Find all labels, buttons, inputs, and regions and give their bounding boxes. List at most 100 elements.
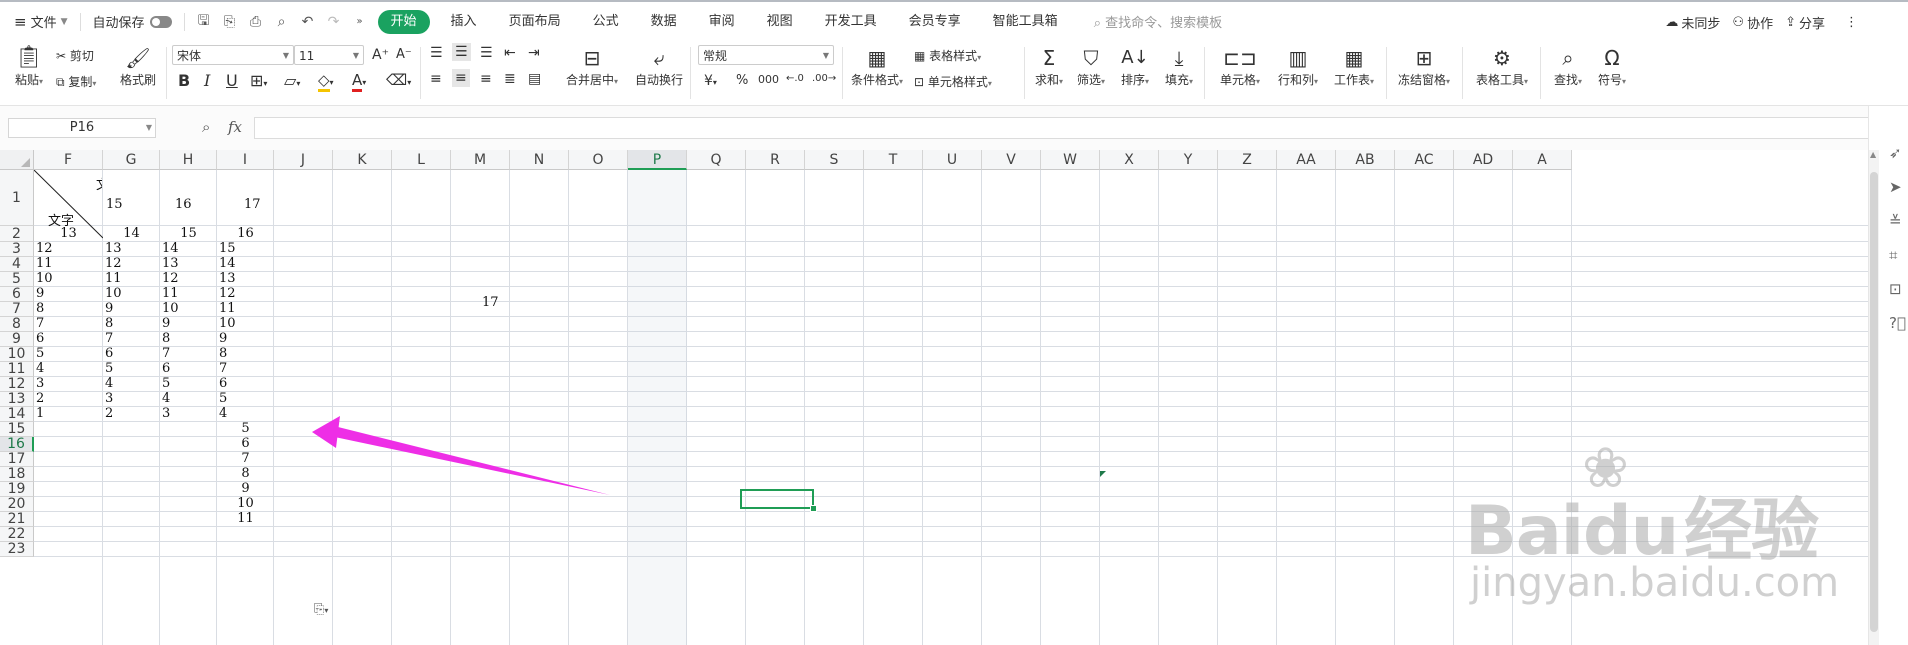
increase-decimal-icon[interactable]: ←.0 xyxy=(786,73,804,84)
more-options-icon[interactable]: ⋮ xyxy=(1839,11,1864,35)
conditional-format-button[interactable]: ▦ 条件格式▾ xyxy=(848,45,906,88)
sheet-grid[interactable]: F G H I J K L M N O P Q R S T U V W X Y Z AA AB AC AD A 1 2 3 4 5 6 7 8 9 1… xyxy=(0,150,1868,645)
column-header[interactable]: AA xyxy=(1277,150,1336,170)
align-center-icon[interactable]: ≡ xyxy=(452,69,470,87)
redo-icon[interactable]: ↷ xyxy=(321,14,347,30)
sum-button[interactable]: Σ 求和▾ xyxy=(1032,45,1066,88)
font-name-select[interactable]: 宋体 ▼ xyxy=(172,45,294,65)
file-menu[interactable]: ≡ 文件 ▼ xyxy=(8,10,74,34)
tab-developer[interactable]: 开发工具 xyxy=(809,10,893,34)
distributed-icon[interactable]: ▤ xyxy=(528,71,541,87)
share-button[interactable]: ⇪ 分享 xyxy=(1779,11,1831,35)
command-search[interactable]: ⌕ 查找命令、搜索模板 xyxy=(1094,12,1222,31)
cell-style-button[interactable]: ⊡ 单元格样式▾ xyxy=(914,73,992,90)
justify-icon[interactable]: ≣ xyxy=(504,71,516,87)
fill-color-icon[interactable]: ▱▾ xyxy=(284,71,300,90)
find-button[interactable]: ⌕ 查找▾ xyxy=(1550,45,1586,88)
column-header[interactable]: AD xyxy=(1454,150,1513,170)
tab-insert[interactable]: 插入 xyxy=(435,10,493,34)
merge-center-button[interactable]: ⊟ 合并居中▾ xyxy=(562,45,622,88)
column-header[interactable]: V xyxy=(982,150,1041,170)
indent-increase-icon[interactable]: ⇥ xyxy=(528,45,540,61)
align-middle-icon[interactable]: ☰ xyxy=(452,43,471,61)
zoom-formula-icon[interactable]: ⌕ xyxy=(202,118,210,136)
bold-icon[interactable]: B xyxy=(178,71,190,90)
align-left-icon[interactable]: ≡ xyxy=(430,71,442,87)
tab-view[interactable]: 视图 xyxy=(751,10,809,34)
column-header[interactable]: T xyxy=(864,150,923,170)
currency-icon[interactable]: ¥▾ xyxy=(704,73,717,89)
copy-button[interactable]: ⧉ 复制▾ xyxy=(56,73,96,90)
font-color-icon[interactable]: A▾ xyxy=(352,71,366,92)
column-header[interactable]: A xyxy=(1513,150,1572,170)
collab-button[interactable]: ⚇ 协作 xyxy=(1726,11,1779,35)
column-header[interactable]: X xyxy=(1100,150,1159,170)
tab-home[interactable]: 开始 xyxy=(377,9,430,34)
inbox-icon[interactable]: ⊡ xyxy=(1889,280,1902,298)
fx-icon[interactable]: fx xyxy=(228,118,242,136)
more-icon[interactable]: » xyxy=(347,16,373,27)
tab-formulas[interactable]: 公式 xyxy=(577,10,635,34)
fill-handle[interactable] xyxy=(810,505,817,512)
column-header[interactable]: U xyxy=(923,150,982,170)
highlight-icon[interactable]: ◇▾ xyxy=(318,71,334,92)
cursor-icon[interactable]: ➤ xyxy=(1889,178,1902,196)
filter-button[interactable]: ⛉ 筛选▾ xyxy=(1074,45,1108,88)
font-grow-icon[interactable]: A⁺ xyxy=(372,47,389,63)
scroll-up-icon[interactable]: ▲ xyxy=(1870,150,1876,159)
border-icon[interactable]: ⊞▾ xyxy=(250,71,267,90)
rocket-icon[interactable]: ➶ xyxy=(1889,144,1902,162)
sync-button[interactable]: ☁ 未同步 xyxy=(1659,11,1726,35)
sliders-icon[interactable]: ≚ xyxy=(1889,212,1902,230)
column-header[interactable]: Z xyxy=(1218,150,1277,170)
tab-smart-tools[interactable]: 智能工具箱 xyxy=(977,10,1074,34)
wrap-text-button[interactable]: ⤶ 自动换行 xyxy=(632,45,686,88)
autosave-toggle[interactable]: 自动保存 xyxy=(87,10,178,34)
toggle-switch[interactable] xyxy=(149,15,172,28)
table-style-button[interactable]: ▦ 表格样式▾ xyxy=(914,47,981,64)
font-shrink-icon[interactable]: A⁻ xyxy=(396,47,412,62)
column-header[interactable]: Y xyxy=(1159,150,1218,170)
row-col-button[interactable]: ▥ 行和列▾ xyxy=(1274,45,1322,88)
save-icon[interactable]: 🖫 xyxy=(191,10,217,34)
number-format-select[interactable]: 常规 ▼ xyxy=(698,45,834,65)
tab-page-layout[interactable]: 页面布局 xyxy=(493,10,577,34)
formula-input[interactable] xyxy=(254,117,1872,139)
name-box[interactable]: P16 ▼ xyxy=(8,118,156,138)
decrease-decimal-icon[interactable]: .00→ xyxy=(812,73,836,84)
export-icon[interactable]: ⎘ xyxy=(217,14,243,30)
freeze-panes-button[interactable]: ⊞ 冻结窗格▾ xyxy=(1394,45,1454,88)
column-header[interactable]: AC xyxy=(1395,150,1454,170)
cut-button[interactable]: ✂ 剪切 xyxy=(56,47,94,64)
help-icon[interactable]: ?⃝ xyxy=(1889,314,1906,332)
italic-icon[interactable]: I xyxy=(204,71,210,90)
column-header[interactable]: AB xyxy=(1336,150,1395,170)
undo-icon[interactable]: ↶ xyxy=(295,14,321,30)
format-painter-button[interactable]: 🖌︎ 格式刷 xyxy=(118,45,158,88)
scrollbar-thumb[interactable] xyxy=(1870,172,1878,632)
thousands-icon[interactable]: 000 xyxy=(758,73,779,86)
column-header[interactable]: W xyxy=(1041,150,1100,170)
print-icon[interactable]: ⎙ xyxy=(243,14,269,30)
column-header[interactable]: S xyxy=(805,150,864,170)
sort-button[interactable]: A↓ 排序▾ xyxy=(1118,45,1152,88)
underline-icon[interactable]: U xyxy=(226,71,238,90)
indent-decrease-icon[interactable]: ⇤ xyxy=(504,45,516,61)
table-tools-button[interactable]: ⚙ 表格工具▾ xyxy=(1472,45,1532,88)
tab-review[interactable]: 审阅 xyxy=(693,10,751,34)
print-preview-icon[interactable]: ⌕ xyxy=(269,14,295,30)
paste-button[interactable]: 📋︎ 粘贴▾ xyxy=(12,45,46,88)
tab-data[interactable]: 数据 xyxy=(635,10,693,34)
symbol-button[interactable]: Ω 符号▾ xyxy=(1594,45,1630,88)
align-bottom-icon[interactable]: ☰ xyxy=(480,45,493,61)
tab-member[interactable]: 会员专享 xyxy=(893,10,977,34)
font-size-select[interactable]: 11 ▼ xyxy=(294,45,364,65)
eraser-icon[interactable]: ⌫▾ xyxy=(386,71,411,89)
worksheet-button[interactable]: ▦ 工作表▾ xyxy=(1330,45,1378,88)
percent-icon[interactable]: % xyxy=(736,73,748,88)
fill-button[interactable]: ⤓ 填充▾ xyxy=(1162,45,1196,88)
cell-button[interactable]: ⊏⊐ 单元格▾ xyxy=(1216,45,1264,88)
crop-icon[interactable]: ⌗ xyxy=(1889,246,1897,264)
align-top-icon[interactable]: ☰ xyxy=(430,45,443,61)
align-right-icon[interactable]: ≡ xyxy=(480,71,492,87)
